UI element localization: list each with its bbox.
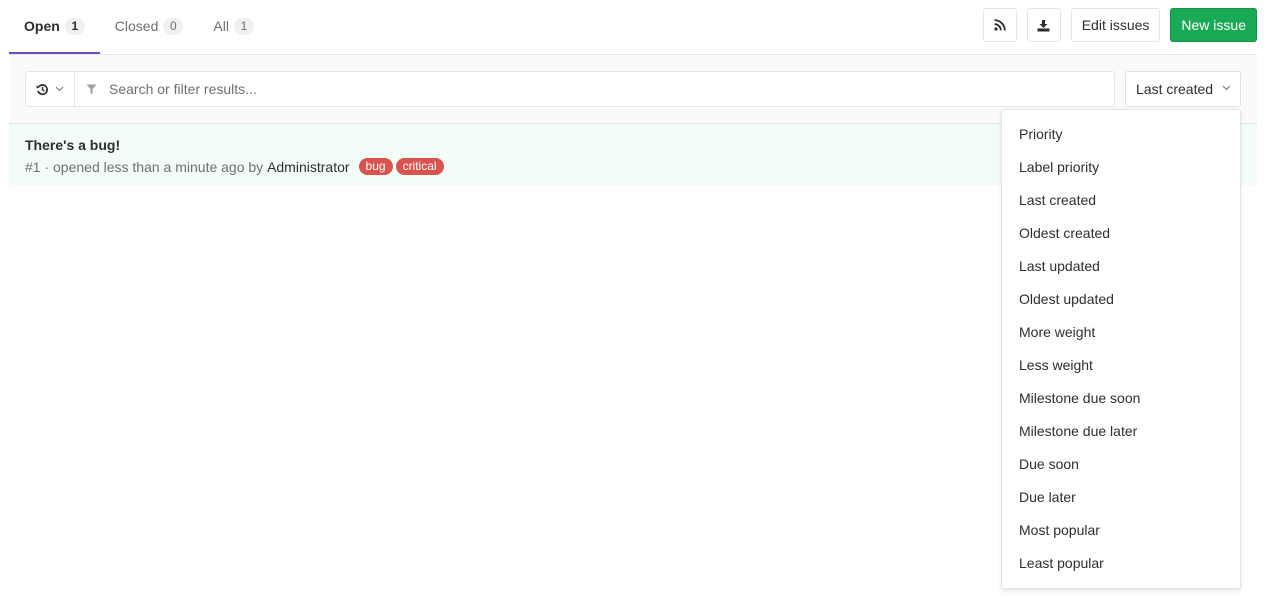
filter-icon [86, 84, 97, 95]
issue-actions: Edit issues New issue [982, 8, 1257, 42]
rss-icon [994, 19, 1006, 31]
issue-state-tabs: Open 1 Closed 0 All 1 [9, 0, 269, 54]
tab-open[interactable]: Open 1 [9, 0, 100, 54]
sort-option-milestone-due-later[interactable]: Milestone due later [1002, 415, 1240, 448]
sort-dropdown-toggle[interactable]: Last created [1125, 71, 1241, 107]
sort-option-last-updated[interactable]: Last updated [1002, 250, 1240, 283]
sort-option-label-priority[interactable]: Label priority [1002, 151, 1240, 184]
sort-selected-label: Last created [1136, 81, 1214, 97]
issue-meta-text: #1 · opened less than a minute ago by [25, 158, 268, 175]
tab-all-label: All [213, 18, 229, 34]
issue-title-link[interactable]: There's a bug! [25, 137, 120, 153]
download-icon [1037, 19, 1050, 32]
edit-issues-button[interactable]: Edit issues [1070, 8, 1161, 42]
issue-meta: #1 · opened less than a minute ago by Ad… [25, 158, 444, 175]
tab-closed-count: 0 [163, 17, 184, 35]
recent-searches-button[interactable] [25, 71, 75, 107]
tab-closed[interactable]: Closed 0 [100, 0, 199, 54]
sort-option-milestone-due-soon[interactable]: Milestone due soon [1002, 382, 1240, 415]
tab-open-label: Open [24, 18, 60, 34]
issue-author-link[interactable]: Administrator [267, 159, 349, 175]
sort-option-last-created[interactable]: Last created [1002, 184, 1240, 217]
label-critical[interactable]: critical [395, 158, 444, 175]
tab-all[interactable]: All 1 [198, 0, 269, 54]
sort-option-due-soon[interactable]: Due soon [1002, 448, 1240, 481]
new-issue-button[interactable]: New issue [1170, 8, 1257, 42]
sort-option-most-popular[interactable]: Most popular [1002, 514, 1240, 547]
search-input[interactable] [107, 73, 1114, 105]
search-filter-box[interactable] [75, 71, 1115, 107]
rss-button[interactable] [982, 8, 1017, 42]
sort-option-less-weight[interactable]: Less weight [1002, 349, 1240, 382]
sort-option-oldest-created[interactable]: Oldest created [1002, 217, 1240, 250]
history-icon [36, 83, 49, 96]
export-button[interactable] [1026, 8, 1061, 42]
tab-closed-label: Closed [114, 18, 159, 34]
sort-option-more-weight[interactable]: More weight [1002, 316, 1240, 349]
chevron-down-icon [55, 86, 64, 92]
sort-dropdown-menu: Priority Label priority Last created Old… [1001, 109, 1241, 589]
chevron-down-icon [1222, 85, 1231, 91]
sort-option-oldest-updated[interactable]: Oldest updated [1002, 283, 1240, 316]
sort-option-priority[interactable]: Priority [1002, 118, 1240, 151]
sort-option-due-later[interactable]: Due later [1002, 481, 1240, 514]
tab-all-count: 1 [233, 17, 254, 35]
label-bug[interactable]: bug [358, 158, 393, 175]
sort-option-least-popular[interactable]: Least popular [1002, 547, 1240, 580]
tab-open-count: 1 [64, 17, 85, 35]
issues-top-bar: Open 1 Closed 0 All 1 Edit issues New is… [9, 0, 1257, 55]
